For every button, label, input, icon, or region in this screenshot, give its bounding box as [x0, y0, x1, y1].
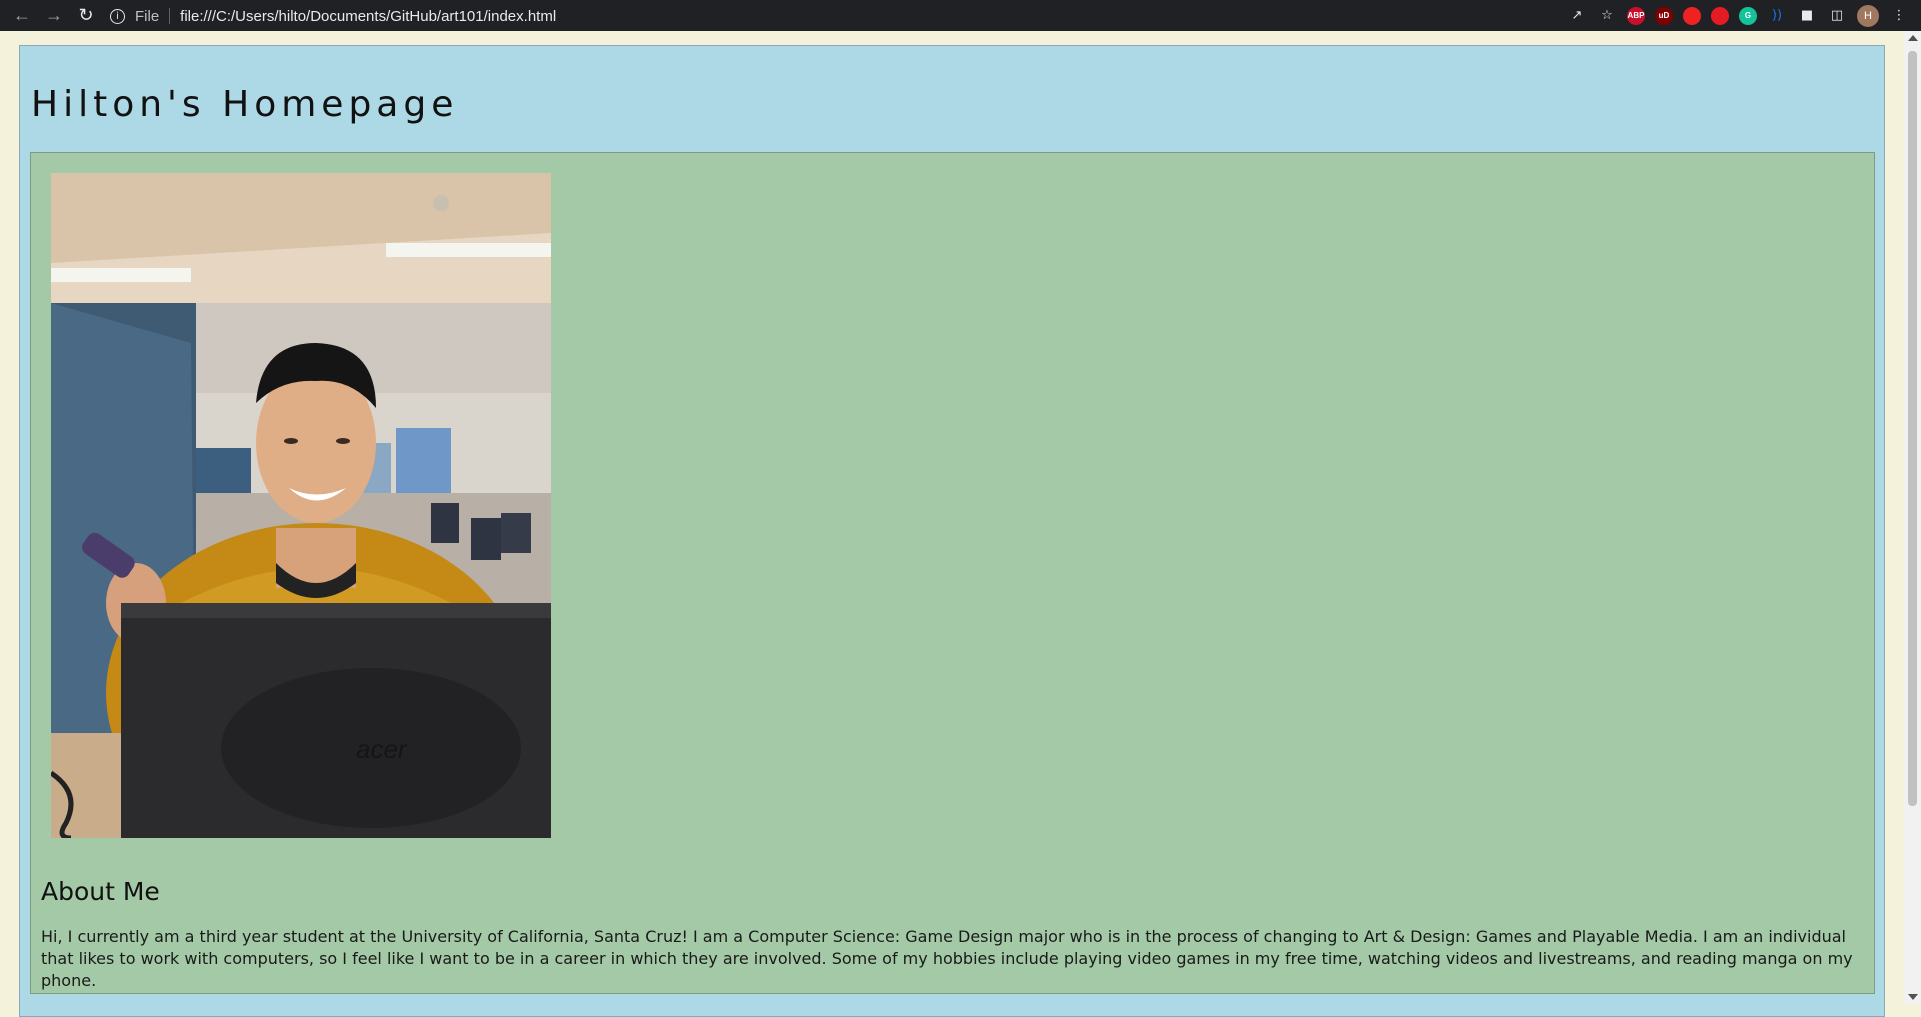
- browser-toolbar: ← → ↻ i File file:///C:/Users/hilto/Docu…: [0, 0, 1921, 31]
- content-section: acer About Me Hi, I currently am a third…: [30, 152, 1875, 994]
- divider: [169, 8, 171, 24]
- address-bar[interactable]: i File file:///C:/Users/hilto/Documents/…: [110, 4, 1590, 28]
- file-label: File: [135, 7, 160, 25]
- scroll-up-icon[interactable]: [1908, 35, 1918, 41]
- info-icon[interactable]: i: [110, 8, 125, 24]
- side-panel-icon[interactable]: ◫: [1827, 6, 1847, 26]
- bookmark-star-icon[interactable]: ☆: [1597, 6, 1617, 26]
- red-extension-icon[interactable]: [1683, 6, 1701, 25]
- about-paragraph: Hi, I currently am a third year student …: [41, 927, 1853, 990]
- scroll-thumb[interactable]: [1908, 51, 1917, 806]
- ublock-extension-icon[interactable]: uD: [1655, 6, 1673, 25]
- share-icon[interactable]: ↗: [1567, 6, 1587, 26]
- extensions-puzzle-icon[interactable]: ■: [1797, 6, 1817, 26]
- about-heading: About Me: [41, 877, 160, 906]
- laptop-logo: acer: [356, 734, 408, 764]
- profile-avatar[interactable]: H: [1857, 4, 1879, 27]
- hand-extension-icon[interactable]: [1711, 6, 1729, 25]
- back-icon[interactable]: ←: [6, 0, 38, 31]
- profile-photo: acer: [51, 173, 551, 838]
- forward-icon[interactable]: →: [38, 0, 70, 31]
- adblock-extension-icon[interactable]: ABP: [1627, 6, 1645, 25]
- menu-dots-icon[interactable]: ⋮: [1889, 6, 1909, 26]
- vertical-scrollbar[interactable]: [1904, 31, 1921, 1004]
- page-title: Hilton's Homepage: [31, 84, 459, 125]
- page-container: Hilton's Homepage acer About Me Hi, I cu…: [19, 45, 1885, 1017]
- sound-extension-icon[interactable]: )): [1767, 6, 1787, 26]
- grammarly-extension-icon[interactable]: G: [1739, 6, 1757, 25]
- reload-icon[interactable]: ↻: [70, 0, 102, 31]
- url-text[interactable]: file:///C:/Users/hilto/Documents/GitHub/…: [180, 8, 556, 25]
- scroll-down-icon[interactable]: [1908, 994, 1918, 1000]
